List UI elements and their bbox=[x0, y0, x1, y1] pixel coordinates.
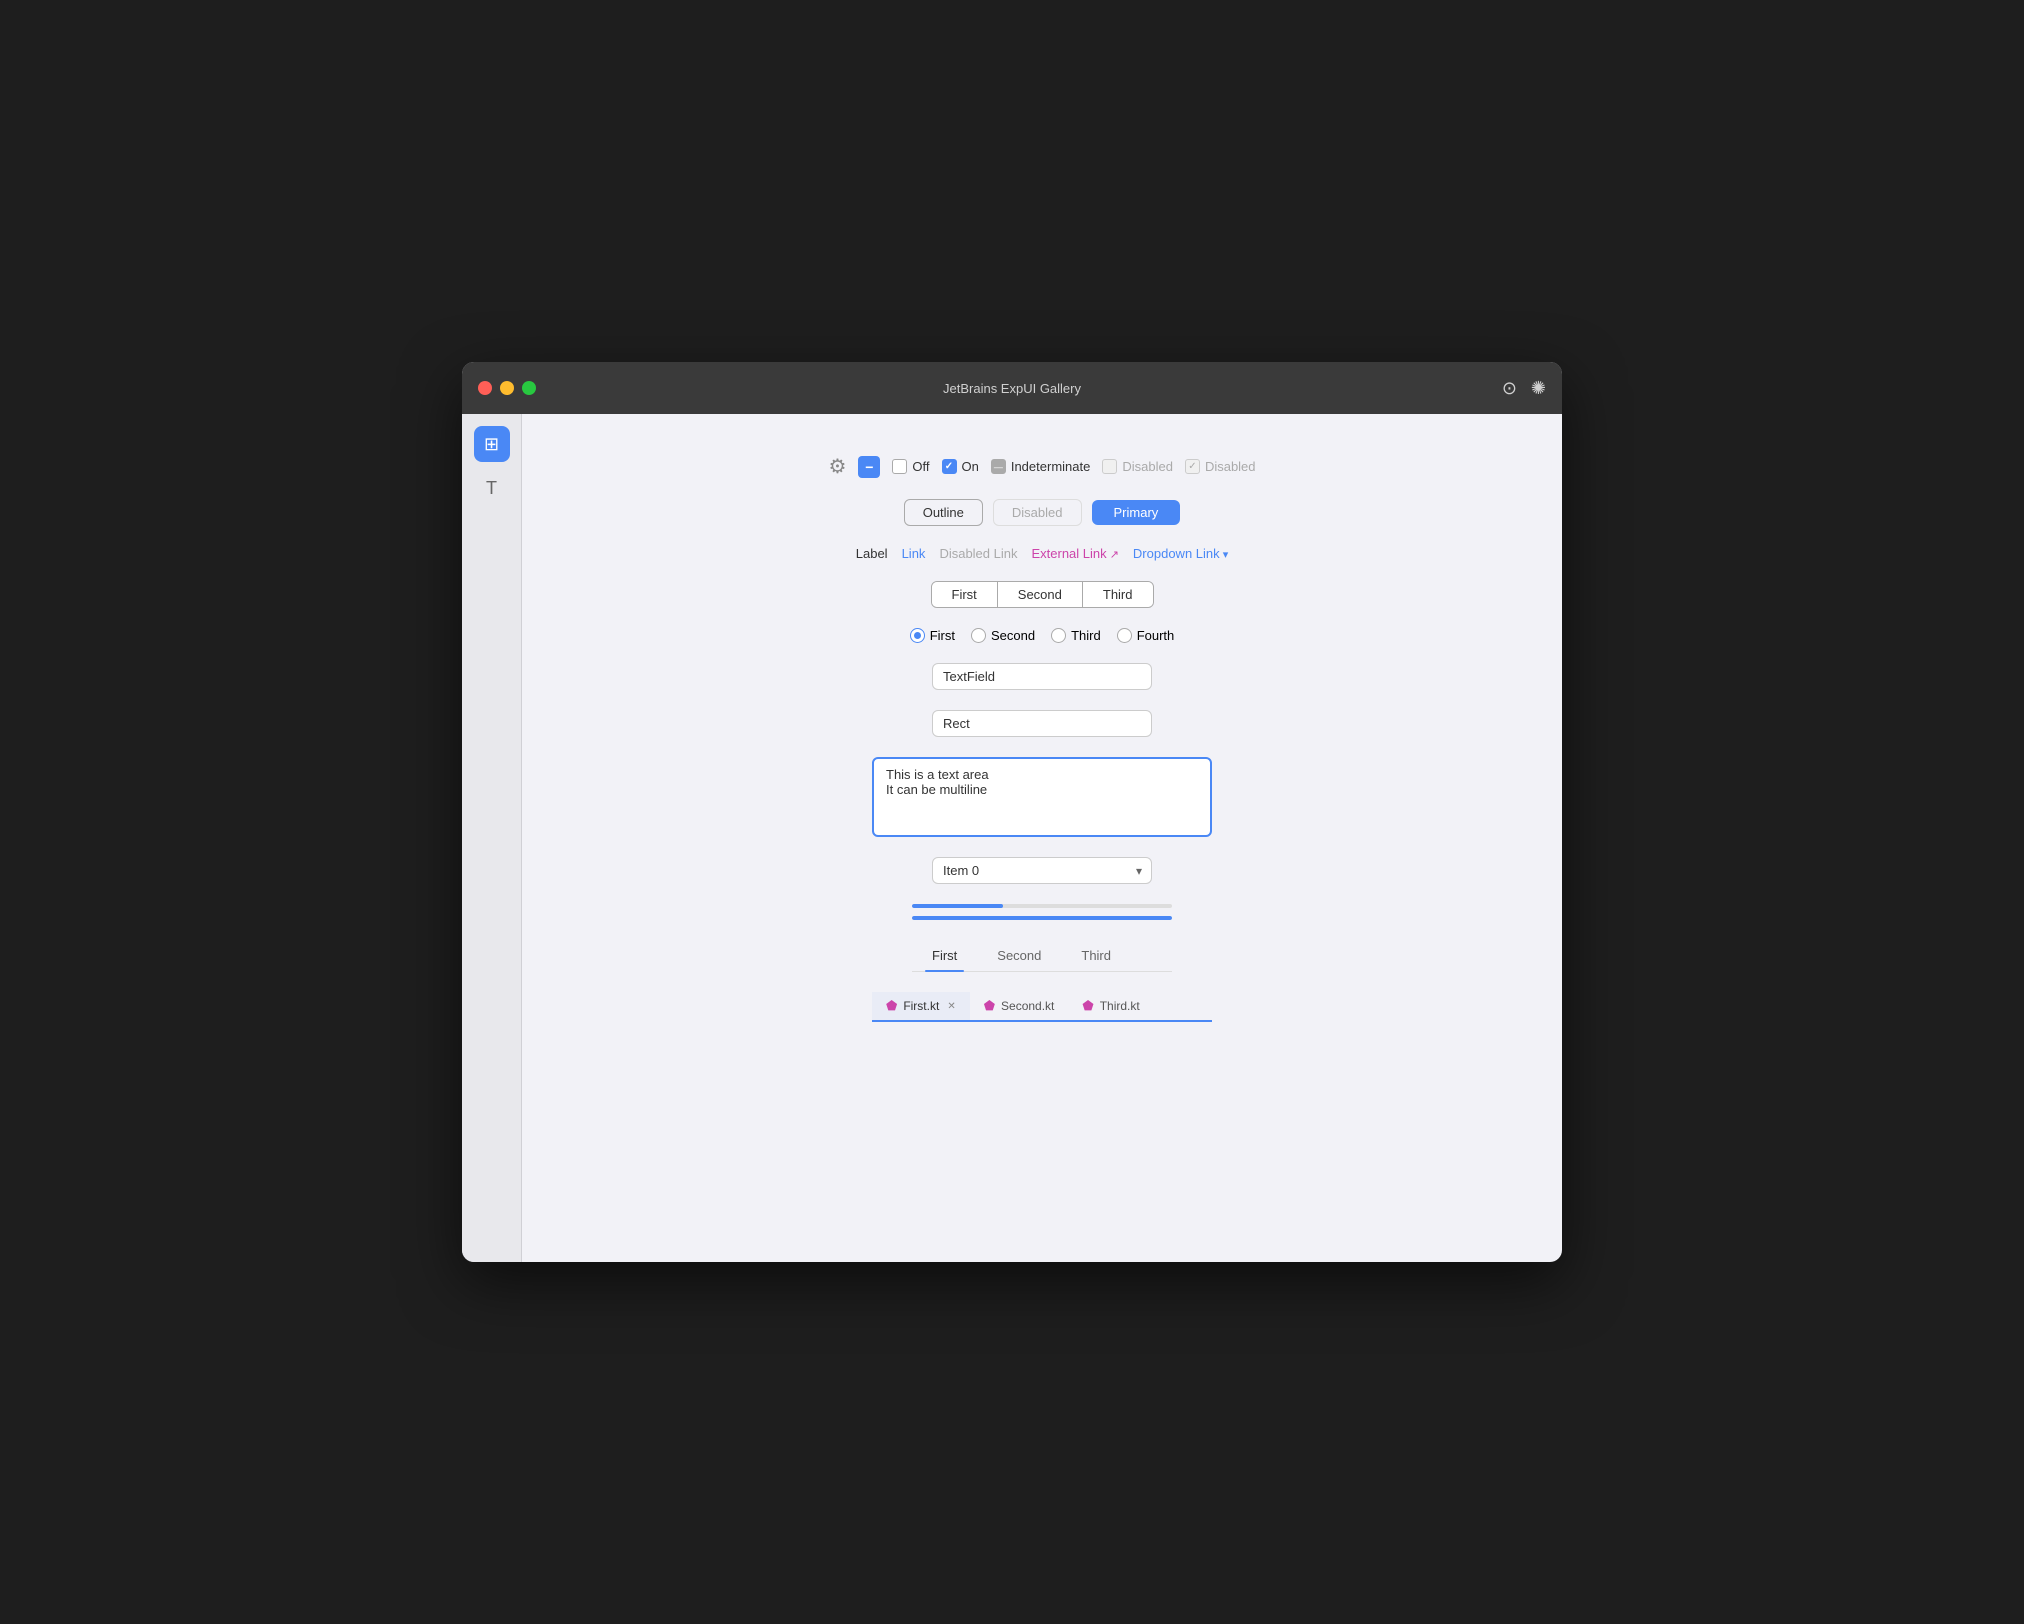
checkbox-on[interactable]: On bbox=[942, 459, 979, 474]
checkbox-disabled-box bbox=[1102, 459, 1117, 474]
links-row: Label Link Disabled Link External Link D… bbox=[856, 546, 1228, 561]
progress-container bbox=[912, 904, 1172, 920]
checkbox-indeterminate-box[interactable] bbox=[991, 459, 1006, 474]
kotlin-icon-3: ⬟ bbox=[1082, 998, 1093, 1014]
github-icon[interactable]: ⊙ bbox=[1502, 378, 1517, 399]
seg-first[interactable]: First bbox=[932, 582, 998, 607]
progress-bar-2-wrap bbox=[912, 916, 1172, 920]
grid-icon: ⊞ bbox=[484, 434, 499, 455]
link-label: Label bbox=[856, 546, 888, 561]
kotlin-icon-2: ⬟ bbox=[984, 998, 995, 1014]
progress-bar-1-wrap bbox=[912, 904, 1172, 908]
checkbox-disabled-checked-label: Disabled bbox=[1205, 459, 1256, 474]
checkbox-disabled-checked-box: ✓ bbox=[1185, 459, 1200, 474]
checkbox-disabled-label: Disabled bbox=[1122, 459, 1173, 474]
kotlin-icon-1: ⬟ bbox=[886, 998, 897, 1014]
checkbox-row: ⚙ − Off On Indeterminate bbox=[828, 454, 1255, 479]
radio-fourth-label: Fourth bbox=[1137, 628, 1175, 643]
gallery-container: ⚙ − Off On Indeterminate bbox=[792, 454, 1292, 1022]
buttons-row: Outline Disabled Primary bbox=[904, 499, 1181, 526]
outline-button[interactable]: Outline bbox=[904, 499, 983, 526]
checkbox-off-label: Off bbox=[912, 459, 929, 474]
link-link[interactable]: Link bbox=[902, 546, 926, 561]
minus-button[interactable]: − bbox=[858, 456, 880, 478]
file-tab-third[interactable]: ⬟ Third.kt bbox=[1068, 992, 1153, 1022]
radio-second-label: Second bbox=[991, 628, 1035, 643]
tab-third[interactable]: Third bbox=[1061, 940, 1131, 971]
radio-third-circle[interactable] bbox=[1051, 628, 1066, 643]
radio-second-circle[interactable] bbox=[971, 628, 986, 643]
file-tab-first[interactable]: ⬟ First.kt ✕ bbox=[872, 992, 970, 1022]
seg-second[interactable]: Second bbox=[998, 582, 1083, 607]
file-tab-second-label: Second.kt bbox=[1001, 999, 1054, 1013]
progress-bar-2-fill bbox=[912, 916, 1172, 920]
text-field-1[interactable] bbox=[932, 663, 1152, 690]
dropdown-link[interactable]: Dropdown Link bbox=[1133, 546, 1228, 561]
radio-first[interactable]: First bbox=[910, 628, 955, 643]
radio-first-label: First bbox=[930, 628, 955, 643]
dropdown-select[interactable]: Item 0 Item 1 Item 2 Item 3 bbox=[932, 857, 1152, 884]
titlebar-actions: ⊙ ✺ bbox=[1502, 378, 1546, 399]
minimize-button[interactable] bbox=[500, 381, 514, 395]
disabled-button: Disabled bbox=[993, 499, 1082, 526]
checkbox-indeterminate[interactable]: Indeterminate bbox=[991, 459, 1091, 474]
checkbox-disabled: Disabled bbox=[1102, 459, 1173, 474]
progress-bar-1-fill bbox=[912, 904, 1003, 908]
radio-third[interactable]: Third bbox=[1051, 628, 1101, 643]
sidebar: ⊞ T bbox=[462, 414, 522, 1262]
content-area: ⊞ T ⚙ − Off On bbox=[462, 414, 1562, 1262]
maximize-button[interactable] bbox=[522, 381, 536, 395]
checkbox-off[interactable]: Off bbox=[892, 459, 929, 474]
radio-third-label: Third bbox=[1071, 628, 1101, 643]
dropdown-wrap: Item 0 Item 1 Item 2 Item 3 ▾ bbox=[932, 857, 1152, 884]
radio-fourth[interactable]: Fourth bbox=[1117, 628, 1175, 643]
tab-first[interactable]: First bbox=[912, 940, 977, 971]
segmented-control[interactable]: First Second Third bbox=[931, 581, 1154, 608]
file-tab-second[interactable]: ⬟ Second.kt bbox=[970, 992, 1069, 1022]
external-link[interactable]: External Link bbox=[1031, 546, 1118, 561]
text-icon: T bbox=[486, 478, 497, 499]
file-tab-third-label: Third.kt bbox=[1100, 999, 1140, 1013]
checkbox-on-box[interactable] bbox=[942, 459, 957, 474]
radio-fourth-circle[interactable] bbox=[1117, 628, 1132, 643]
main-window: JetBrains ExpUI Gallery ⊙ ✺ ⊞ T ⚙ − bbox=[462, 362, 1562, 1262]
titlebar: JetBrains ExpUI Gallery ⊙ ✺ bbox=[462, 362, 1562, 414]
sidebar-item-gallery[interactable]: ⊞ bbox=[474, 426, 510, 462]
checkbox-indeterminate-label: Indeterminate bbox=[1011, 459, 1091, 474]
seg-third[interactable]: Third bbox=[1083, 582, 1153, 607]
disabled-link: Disabled Link bbox=[939, 546, 1017, 561]
primary-button[interactable]: Primary bbox=[1092, 500, 1181, 525]
gear-icon[interactable]: ⚙ bbox=[828, 454, 846, 479]
traffic-lights bbox=[478, 381, 536, 395]
tab-second[interactable]: Second bbox=[977, 940, 1061, 971]
radio-first-circle[interactable] bbox=[910, 628, 925, 643]
file-tab-first-label: First.kt bbox=[903, 999, 939, 1013]
checkbox-on-label: On bbox=[962, 459, 979, 474]
tab-bar: First Second Third bbox=[912, 940, 1172, 972]
text-field-2[interactable] bbox=[932, 710, 1152, 737]
file-tabs: ⬟ First.kt ✕ ⬟ Second.kt ⬟ Third.kt bbox=[872, 992, 1212, 1022]
close-tab-first-icon[interactable]: ✕ bbox=[947, 1001, 955, 1012]
radio-group: First Second Third Fourth bbox=[910, 628, 1175, 643]
textarea[interactable]: This is a text area It can be multiline bbox=[872, 757, 1212, 837]
checkbox-off-box[interactable] bbox=[892, 459, 907, 474]
checkbox-disabled-checked: ✓ Disabled bbox=[1185, 459, 1256, 474]
sidebar-item-typography[interactable]: T bbox=[474, 470, 510, 506]
close-button[interactable] bbox=[478, 381, 492, 395]
main-content: ⚙ − Off On Indeterminate bbox=[522, 414, 1562, 1262]
window-title: JetBrains ExpUI Gallery bbox=[943, 381, 1081, 396]
theme-icon[interactable]: ✺ bbox=[1531, 378, 1546, 399]
radio-second[interactable]: Second bbox=[971, 628, 1035, 643]
